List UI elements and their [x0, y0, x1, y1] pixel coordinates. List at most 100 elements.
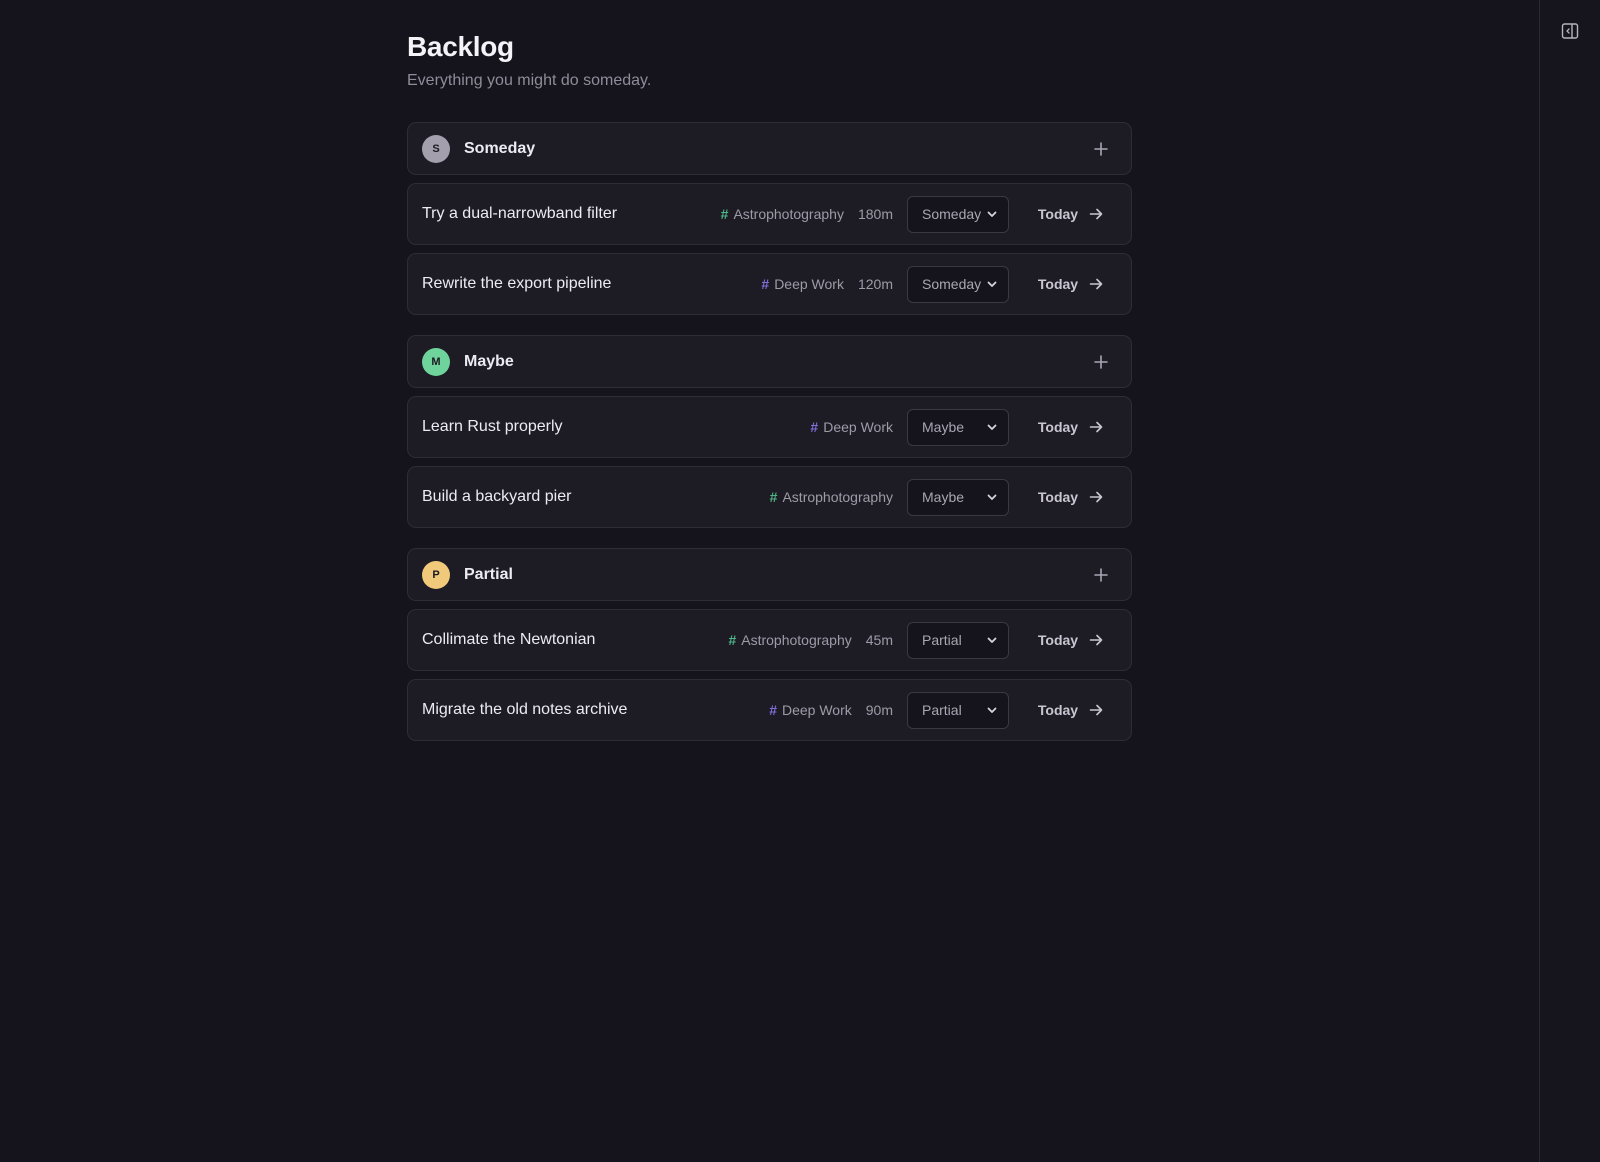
plus-icon	[1094, 354, 1108, 369]
app: Backlog Everything you might do someday.…	[0, 0, 1600, 1162]
status-value: Partial	[922, 702, 962, 718]
status-select[interactable]: Someday	[907, 265, 1009, 303]
task-meta: # Deep Work 120m Someday Today	[761, 265, 1117, 303]
task-meta: # Deep Work 90m Partial Today	[769, 691, 1117, 729]
task-tag-label: Deep Work	[781, 702, 852, 718]
group-partial: P Partial Collimate the Newtonian # Astr…	[407, 548, 1132, 741]
task-tag-label: Astrophotography	[782, 489, 893, 505]
chevron-down-icon	[987, 211, 997, 217]
task-tag-label: Deep Work	[774, 276, 844, 292]
hash-icon: #	[761, 276, 770, 292]
status-value: Someday	[922, 206, 982, 222]
status-select[interactable]: Partial	[907, 621, 1009, 659]
status-value: Partial	[922, 632, 962, 648]
backlog-groups: S Someday Try a dual-narrowband filter #…	[407, 122, 1132, 741]
group-maybe: M Maybe Learn Rust properly # Deep Work …	[407, 335, 1132, 528]
today-label: Today	[1037, 206, 1079, 222]
task-row[interactable]: Try a dual-narrowband filter # Astrophot…	[407, 183, 1132, 245]
task-meta: # Deep Work Maybe Today	[810, 408, 1117, 446]
task-tag-label: Astrophotography	[733, 206, 844, 222]
plus-icon	[1094, 567, 1108, 582]
group-name: Partial	[464, 565, 513, 583]
task-title: Migrate the old notes archive	[422, 701, 628, 718]
task-tag[interactable]: # Deep Work	[810, 419, 893, 435]
group-header: S Someday	[407, 122, 1132, 175]
group-avatar-letter: S	[432, 142, 440, 155]
move-to-today-button[interactable]: Today	[1025, 409, 1117, 446]
group-avatar-letter: M	[431, 355, 441, 368]
group-avatar-letter: P	[432, 568, 440, 581]
task-title: Rewrite the export pipeline	[422, 275, 612, 292]
today-label: Today	[1037, 276, 1079, 292]
add-task-button[interactable]	[1091, 565, 1111, 585]
move-to-today-button[interactable]: Today	[1025, 196, 1117, 233]
arrow-right-icon	[1089, 278, 1103, 290]
task-title: Collimate the Newtonian	[422, 631, 596, 648]
chevron-down-icon	[987, 494, 997, 500]
group-avatar: S	[422, 134, 450, 163]
task-title: Try a dual-narrowband filter	[422, 205, 618, 222]
task-row[interactable]: Migrate the old notes archive # Deep Wor…	[407, 679, 1132, 741]
task-duration: 90m	[865, 702, 893, 718]
task-row[interactable]: Collimate the Newtonian # Astrophotograp…	[407, 609, 1132, 671]
arrow-right-icon	[1089, 208, 1103, 220]
group-header: P Partial	[407, 548, 1132, 601]
chevron-down-icon	[987, 637, 997, 643]
add-task-button[interactable]	[1091, 139, 1111, 159]
group-avatar: M	[422, 347, 450, 376]
task-row[interactable]: Build a backyard pier # Astrophotography…	[407, 466, 1132, 528]
page-subtitle: Everything you might do someday.	[407, 72, 652, 89]
task-tag[interactable]: # Astrophotography	[770, 489, 893, 505]
task-meta: # Astrophotography 180m Someday Today	[721, 195, 1117, 233]
sidebar-toggle-button[interactable]	[1561, 22, 1579, 40]
plus-icon	[1094, 141, 1108, 156]
task-meta: # Astrophotography Maybe Today	[770, 478, 1117, 516]
arrow-right-icon	[1089, 704, 1103, 716]
task-duration: 180m	[857, 206, 893, 222]
hash-icon: #	[769, 702, 777, 718]
group-header: M Maybe	[407, 335, 1132, 388]
task-row[interactable]: Learn Rust properly # Deep Work Maybe To…	[407, 396, 1132, 458]
status-value: Maybe	[922, 489, 965, 505]
task-tag-label: Astrophotography	[741, 632, 852, 648]
hash-icon: #	[728, 632, 737, 648]
group-someday: S Someday Try a dual-narrowband filter #…	[407, 122, 1132, 315]
task-duration: 120m	[857, 276, 893, 292]
add-task-button[interactable]	[1091, 352, 1111, 372]
move-to-today-button[interactable]: Today	[1025, 622, 1117, 659]
main-area: Backlog Everything you might do someday.…	[0, 0, 1539, 1162]
move-to-today-button[interactable]: Today	[1025, 479, 1117, 516]
task-tag[interactable]: # Astrophotography	[728, 632, 851, 648]
task-tag[interactable]: # Deep Work	[769, 702, 852, 718]
task-title: Build a backyard pier	[422, 488, 572, 505]
task-duration: 45m	[865, 632, 893, 648]
task-tag[interactable]: # Astrophotography	[721, 206, 844, 222]
right-rail	[1539, 0, 1600, 1162]
chevron-down-icon	[987, 281, 997, 287]
move-to-today-button[interactable]: Today	[1025, 692, 1117, 729]
today-label: Today	[1037, 419, 1079, 435]
today-label: Today	[1037, 489, 1079, 505]
today-label: Today	[1037, 632, 1079, 648]
task-tag-label: Deep Work	[823, 419, 893, 435]
group-name: Someday	[464, 139, 536, 157]
hash-icon: #	[769, 489, 778, 505]
status-select[interactable]: Maybe	[907, 408, 1009, 446]
chevron-down-icon	[987, 707, 997, 713]
task-meta: # Astrophotography 45m Partial Today	[728, 621, 1117, 659]
chevron-down-icon	[987, 424, 997, 430]
move-to-today-button[interactable]: Today	[1025, 266, 1117, 303]
status-select[interactable]: Maybe	[907, 478, 1009, 516]
backlog-content: Backlog Everything you might do someday.…	[407, 30, 1132, 761]
status-value: Maybe	[922, 419, 965, 435]
sidebar-toggle-icon	[1561, 23, 1579, 39]
task-row[interactable]: Rewrite the export pipeline # Deep Work …	[407, 253, 1132, 315]
status-value: Someday	[922, 276, 982, 292]
status-select[interactable]: Partial	[907, 691, 1009, 729]
status-select[interactable]: Someday	[907, 195, 1009, 233]
task-title: Learn Rust properly	[422, 418, 563, 435]
today-label: Today	[1037, 702, 1079, 718]
group-avatar: P	[422, 560, 450, 589]
arrow-right-icon	[1089, 634, 1103, 646]
task-tag[interactable]: # Deep Work	[761, 276, 844, 292]
